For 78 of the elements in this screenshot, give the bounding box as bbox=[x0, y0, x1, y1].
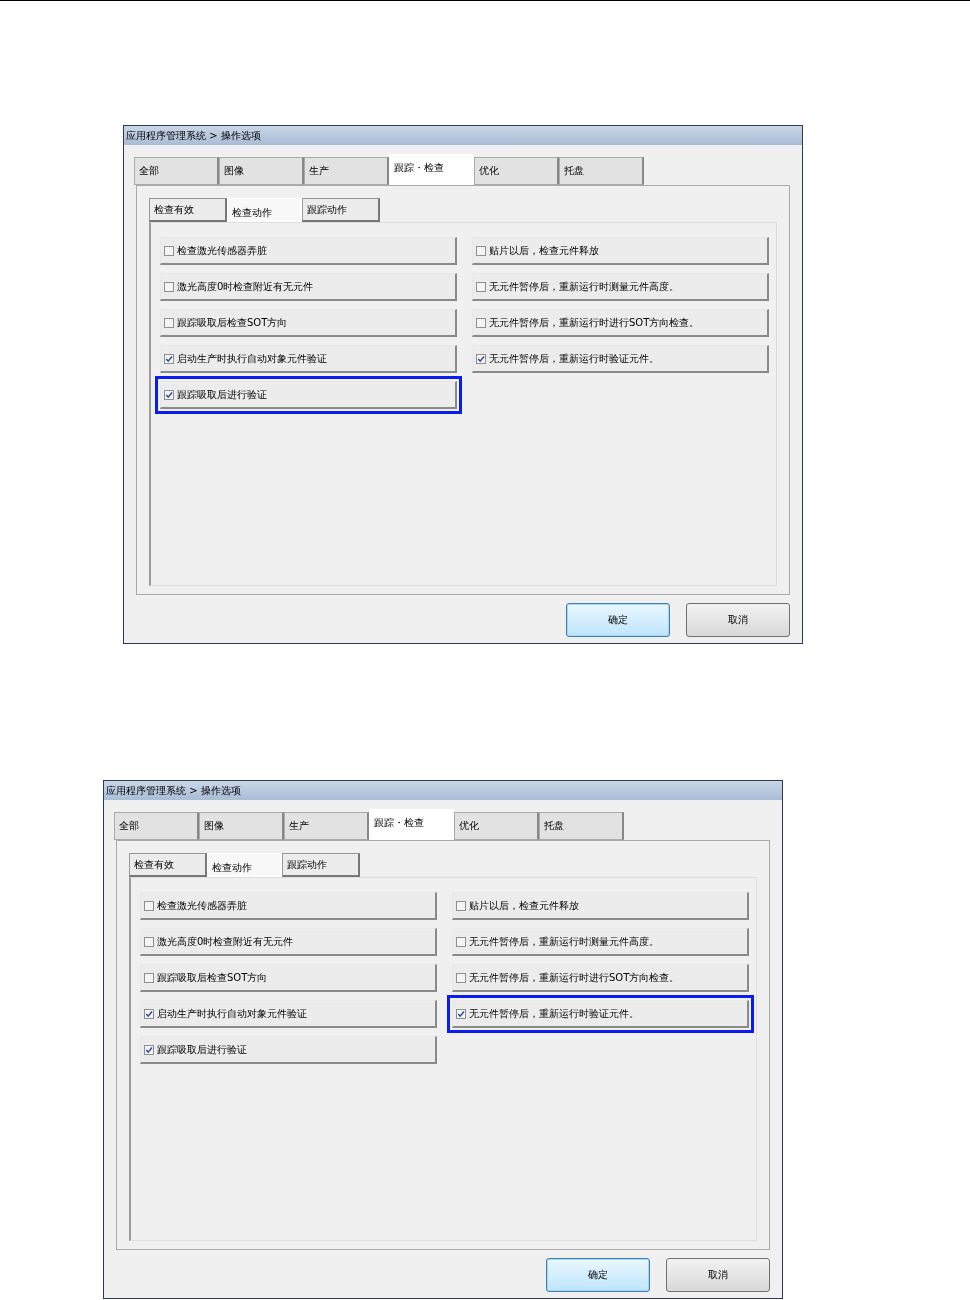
subtab[interactable]: 跟踪动作 bbox=[302, 198, 380, 222]
option-button[interactable]: 检查激光传感器弄脏 bbox=[140, 892, 437, 920]
checkbox[interactable] bbox=[456, 1008, 466, 1019]
checkbox[interactable] bbox=[456, 900, 466, 911]
checkbox[interactable] bbox=[164, 389, 174, 400]
tab[interactable]: 图像 bbox=[199, 812, 284, 840]
dialog-button[interactable]: 取消 bbox=[686, 603, 790, 637]
option-label: 跟踪吸取后检查SOT方向 bbox=[157, 970, 268, 985]
dialog-button[interactable]: 取消 bbox=[666, 1258, 770, 1292]
checkbox[interactable] bbox=[164, 281, 174, 292]
option-label: 无元件暂停后，重新运行时验证元件。 bbox=[489, 351, 659, 366]
option-label: 激光高度0时检查附近有无元件 bbox=[177, 279, 314, 294]
option-button[interactable]: 跟踪吸取后检查SOT方向 bbox=[160, 309, 457, 337]
tab[interactable]: 优化 bbox=[454, 812, 539, 840]
checkbox[interactable] bbox=[476, 317, 486, 328]
checkbox[interactable] bbox=[144, 1008, 154, 1019]
option-label: 跟踪吸取后进行验证 bbox=[157, 1042, 247, 1057]
option-button[interactable]: 启动生产时执行自动对象元件验证 bbox=[140, 1000, 437, 1028]
option-button[interactable]: 跟踪吸取后进行验证 bbox=[140, 1036, 437, 1064]
option-button[interactable]: 无元件暂停后，重新运行时进行SOT方向检查。 bbox=[472, 309, 769, 337]
option-label: 检查激光传感器弄脏 bbox=[157, 898, 247, 913]
checkbox[interactable] bbox=[164, 353, 174, 364]
option-button[interactable]: 贴片以后，检查元件释放 bbox=[472, 237, 769, 265]
tab[interactable]: 生产 bbox=[284, 812, 369, 840]
option-label: 无元件暂停后，重新运行时测量元件高度。 bbox=[469, 934, 659, 949]
subtab[interactable]: 检查动作 bbox=[227, 198, 302, 222]
tab[interactable]: 生产 bbox=[304, 157, 389, 185]
option-button[interactable]: 激光高度0时检查附近有无元件 bbox=[160, 273, 457, 301]
subtab[interactable]: 检查有效 bbox=[149, 198, 227, 222]
option-button[interactable]: 无元件暂停后，重新运行时进行SOT方向检查。 bbox=[452, 964, 749, 992]
option-button[interactable]: 无元件暂停后，重新运行时测量元件高度。 bbox=[472, 273, 769, 301]
checkbox[interactable] bbox=[164, 245, 174, 256]
option-button[interactable]: 无元件暂停后，重新运行时验证元件。 bbox=[452, 1000, 749, 1028]
option-label: 贴片以后，检查元件释放 bbox=[489, 243, 599, 258]
tab[interactable]: 跟踪・检查 bbox=[369, 809, 454, 840]
subtab[interactable]: 跟踪动作 bbox=[282, 853, 360, 877]
option-label: 无元件暂停后，重新运行时验证元件。 bbox=[469, 1006, 639, 1021]
tab[interactable]: 托盘 bbox=[559, 157, 644, 185]
checkbox[interactable] bbox=[476, 245, 486, 256]
window-title: 应用程序管理系统 > 操作选项 bbox=[126, 128, 261, 143]
tab[interactable]: 全部 bbox=[134, 157, 219, 185]
option-label: 启动生产时执行自动对象元件验证 bbox=[177, 351, 327, 366]
checkbox[interactable] bbox=[456, 936, 466, 947]
subtab[interactable]: 检查动作 bbox=[207, 853, 282, 877]
tab[interactable]: 图像 bbox=[219, 157, 304, 185]
checkbox[interactable] bbox=[144, 972, 154, 983]
option-label: 激光高度0时检查附近有无元件 bbox=[157, 934, 294, 949]
option-label: 检查激光传感器弄脏 bbox=[177, 243, 267, 258]
option-button[interactable]: 贴片以后，检查元件释放 bbox=[452, 892, 749, 920]
option-button[interactable]: 跟踪吸取后检查SOT方向 bbox=[140, 964, 437, 992]
option-label: 贴片以后，检查元件释放 bbox=[469, 898, 579, 913]
option-label: 无元件暂停后，重新运行时进行SOT方向检查。 bbox=[469, 970, 680, 985]
tab[interactable]: 跟踪・检查 bbox=[389, 154, 474, 185]
option-label: 启动生产时执行自动对象元件验证 bbox=[157, 1006, 307, 1021]
checkbox[interactable] bbox=[164, 317, 174, 328]
window-title: 应用程序管理系统 > 操作选项 bbox=[106, 783, 241, 798]
tab[interactable]: 全部 bbox=[114, 812, 199, 840]
checkbox[interactable] bbox=[456, 972, 466, 983]
checkbox[interactable] bbox=[144, 936, 154, 947]
option-button[interactable]: 跟踪吸取后进行验证 bbox=[160, 381, 457, 409]
option-button[interactable]: 检查激光传感器弄脏 bbox=[160, 237, 457, 265]
option-label: 无元件暂停后，重新运行时进行SOT方向检查。 bbox=[489, 315, 700, 330]
dialog-button[interactable]: 确定 bbox=[546, 1258, 650, 1292]
tab[interactable]: 优化 bbox=[474, 157, 559, 185]
dialog-button[interactable]: 确定 bbox=[566, 603, 670, 637]
option-label: 无元件暂停后，重新运行时测量元件高度。 bbox=[489, 279, 679, 294]
subtab[interactable]: 检查有效 bbox=[129, 853, 207, 877]
option-label: 跟踪吸取后检查SOT方向 bbox=[177, 315, 288, 330]
option-button[interactable]: 无元件暂停后，重新运行时测量元件高度。 bbox=[452, 928, 749, 956]
checkbox[interactable] bbox=[144, 900, 154, 911]
checkbox[interactable] bbox=[476, 281, 486, 292]
option-button[interactable]: 无元件暂停后，重新运行时验证元件。 bbox=[472, 345, 769, 373]
checkbox[interactable] bbox=[476, 353, 486, 364]
tab[interactable]: 托盘 bbox=[539, 812, 624, 840]
checkbox[interactable] bbox=[144, 1044, 154, 1055]
option-button[interactable]: 启动生产时执行自动对象元件验证 bbox=[160, 345, 457, 373]
option-label: 跟踪吸取后进行验证 bbox=[177, 387, 267, 402]
option-button[interactable]: 激光高度0时检查附近有无元件 bbox=[140, 928, 437, 956]
